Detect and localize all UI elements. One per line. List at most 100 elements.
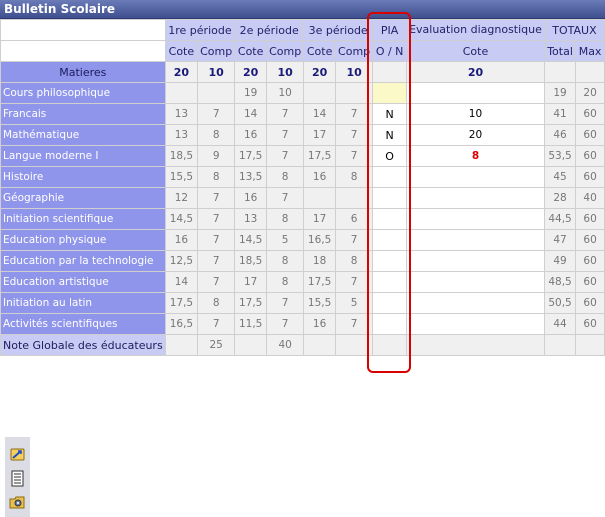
subject-name: Initiation au latin [0, 292, 166, 314]
pia-cell[interactable] [372, 250, 408, 272]
eval-cell[interactable] [406, 292, 545, 314]
subject-row: Education par la technologie 12,5 7 18,5 8 18… [0, 250, 605, 272]
max-value: 20 [303, 61, 337, 83]
grade-cell: 7 [266, 292, 305, 314]
grade-cell [303, 187, 337, 209]
subject-name: Cours philosophique [0, 82, 166, 104]
pia-cell[interactable]: N [372, 124, 408, 146]
corner-blank [0, 19, 166, 41]
eval-cell[interactable]: 20 [406, 124, 545, 146]
total-cell: 46 [543, 124, 577, 146]
grade-cell: 7 [266, 145, 305, 167]
grade-cell: 16 [234, 187, 268, 209]
grade-cell: 7 [197, 103, 236, 125]
eval-cell[interactable]: 8 [406, 145, 545, 167]
pia-cell[interactable]: N [372, 103, 408, 125]
grade-cell: 7 [197, 313, 236, 335]
subject-name: Langue moderne I [0, 145, 166, 167]
subject-row: Initiation scientifique 14,5 7 13 8 17 6 44,5 60 [0, 208, 605, 230]
pia-cell[interactable]: O [372, 145, 408, 167]
period-2-header: 2e période [234, 19, 305, 41]
footer-cell [575, 334, 605, 356]
eval-cell[interactable]: 10 [406, 103, 545, 125]
subject-name: Education physique [0, 229, 166, 251]
max-value: 20 [406, 61, 545, 83]
eval-cell[interactable] [406, 313, 545, 335]
grade-cell [303, 82, 337, 104]
grade-cell [335, 82, 374, 104]
list-document-icon[interactable] [9, 470, 26, 487]
subject-name: Francais [0, 103, 166, 125]
grade-cell: 16 [303, 313, 337, 335]
subject-row: Education artistique 14 7 17 8 17,5 7 48,5 60 [0, 271, 605, 293]
settings-folder-icon[interactable] [9, 494, 26, 511]
pia-cell[interactable] [372, 187, 408, 209]
grade-cell: 7 [266, 187, 305, 209]
max-cell: 60 [575, 229, 605, 251]
grade-cell: 15,5 [164, 166, 199, 188]
grade-cell: 8 [197, 124, 236, 146]
eval-cell[interactable] [406, 229, 545, 251]
grade-cell: 8 [197, 292, 236, 314]
subject-row: Activités scientifiques 16,5 7 11,5 7 16 7 44 60 [0, 313, 605, 335]
footer-cell: 40 [266, 334, 305, 356]
eval-cell[interactable] [406, 166, 545, 188]
pia-cell[interactable] [372, 82, 408, 104]
grade-cell: 7 [335, 271, 374, 293]
subject-name: Education par la technologie [0, 250, 166, 272]
eval-cell[interactable] [406, 271, 545, 293]
totaux-header: TOTAUX [543, 19, 605, 41]
grade-cell: 17 [303, 208, 337, 230]
grade-cell [164, 82, 199, 104]
grade-cell: 8 [266, 208, 305, 230]
grade-cell: 8 [266, 250, 305, 272]
pia-header: PIA [372, 19, 408, 41]
grade-cell: 8 [197, 166, 236, 188]
grade-cell: 9 [197, 145, 236, 167]
eval-cell[interactable] [406, 250, 545, 272]
eval-cell[interactable] [406, 187, 545, 209]
grade-cell [335, 187, 374, 209]
grade-cell: 5 [266, 229, 305, 251]
footer-cell [406, 334, 545, 356]
total-cell: 47 [543, 229, 577, 251]
grade-cell: 14,5 [164, 208, 199, 230]
eval-cell[interactable] [406, 208, 545, 230]
pia-cell[interactable] [372, 229, 408, 251]
footer-cell [164, 334, 199, 356]
grade-cell: 14 [303, 103, 337, 125]
total-cell: 41 [543, 103, 577, 125]
subject-row: Francais 13 7 14 7 14 7 N 10 41 60 [0, 103, 605, 125]
max-value: 10 [335, 61, 374, 83]
subject-row: Géographie 12 7 16 7 28 40 [0, 187, 605, 209]
pia-cell[interactable] [372, 292, 408, 314]
pia-cell[interactable] [372, 208, 408, 230]
grade-cell: 17 [303, 124, 337, 146]
max-value [543, 61, 577, 83]
p2-comp-header: Comp [266, 40, 305, 62]
grade-cell: 17,5 [303, 271, 337, 293]
total-cell: 50,5 [543, 292, 577, 314]
eval-cell[interactable] [406, 82, 545, 104]
grade-cell: 7 [197, 187, 236, 209]
pia-cell[interactable] [372, 313, 408, 335]
subject-name: Activités scientifiques [0, 313, 166, 335]
p2-cote-header: Cote [234, 40, 268, 62]
grade-cell: 17 [234, 271, 268, 293]
grade-cell: 10 [266, 82, 305, 104]
footer-cell [234, 334, 268, 356]
subject-name: Education artistique [0, 271, 166, 293]
pia-cell[interactable] [372, 271, 408, 293]
max-cell: 60 [575, 292, 605, 314]
matieres-label: Matieres [0, 61, 166, 83]
grade-cell: 16,5 [164, 313, 199, 335]
max-cell: 60 [575, 166, 605, 188]
grade-cell: 8 [335, 250, 374, 272]
pia-cell[interactable] [372, 166, 408, 188]
grade-cell: 7 [266, 103, 305, 125]
refresh-icon[interactable] [9, 446, 26, 463]
total-cell: 48,5 [543, 271, 577, 293]
grade-cell: 18,5 [234, 250, 268, 272]
max-cell: 60 [575, 271, 605, 293]
total-cell: 44,5 [543, 208, 577, 230]
